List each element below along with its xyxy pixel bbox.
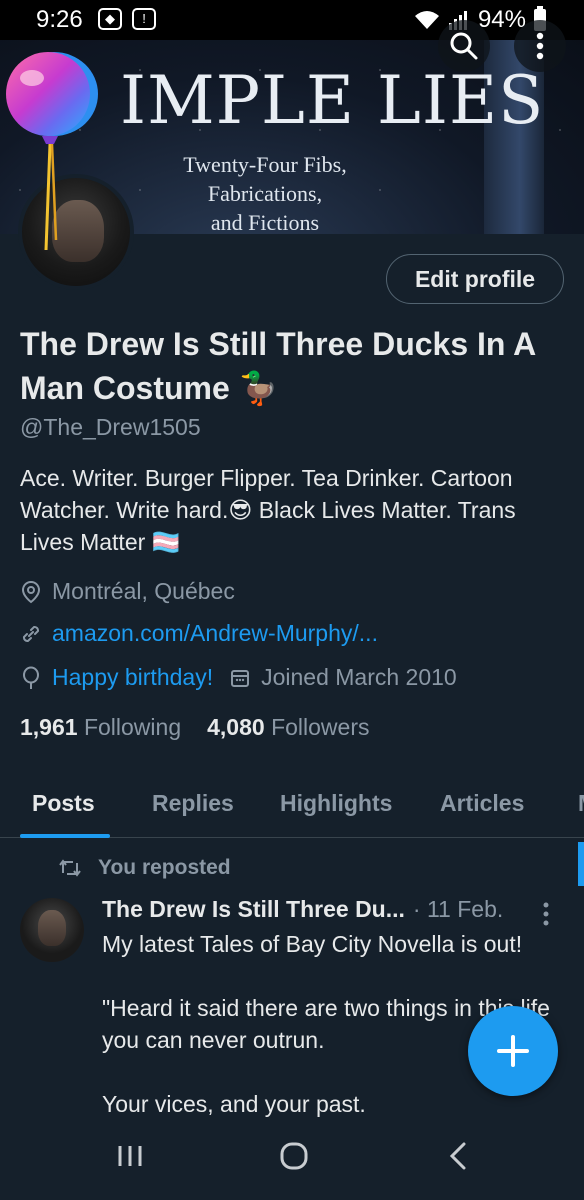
profile-tabs: Posts Replies Highlights Articles M: [0, 772, 584, 838]
location-text: Montréal, Québec: [52, 578, 235, 604]
birthday-joined-row: Happy birthday! Joined March 2010: [20, 664, 457, 691]
system-navigation-bar: [0, 1124, 584, 1200]
compose-post-button[interactable]: [468, 1006, 558, 1096]
follow-stats: 1,961 Following 4,080 Followers: [20, 714, 369, 741]
post-date[interactable]: · 11 Feb.: [413, 896, 503, 923]
banner-subtitle-line: and Fictions: [210, 210, 320, 234]
tab-articles[interactable]: Articles: [440, 790, 524, 817]
profile-bio: Ace. Writer. Burger Flipper. Tea Drinker…: [20, 465, 516, 555]
joined-date: Joined March 2010: [261, 664, 457, 690]
following-link[interactable]: 1,961 Following: [20, 714, 181, 741]
tab-overflow[interactable]: M: [578, 790, 584, 817]
banner-subtitle-line: Fabrications,: [207, 181, 323, 206]
tab-posts[interactable]: Posts: [32, 790, 95, 817]
recent-apps-icon: [118, 1146, 142, 1166]
website-link[interactable]: amazon.com/Andrew-Murphy/...: [52, 620, 378, 647]
profile-handle: @The_Drew1505: [20, 414, 201, 440]
banner-subtitle: Twenty-Four Fibs, Fabrications, and Fict…: [150, 150, 380, 234]
status-time: 9:26: [36, 6, 83, 33]
balloon-icon: [23, 666, 39, 689]
post-more-button[interactable]: [542, 902, 550, 931]
back-icon: [449, 1142, 466, 1170]
following-label: Following: [83, 714, 182, 740]
birthday-link[interactable]: Happy birthday!: [52, 664, 213, 691]
location-pin-icon: [21, 580, 41, 603]
repost-label: You reposted: [98, 856, 231, 879]
plus-icon: [497, 1035, 529, 1067]
repost-indicator: You reposted: [58, 856, 231, 880]
home-button[interactable]: [278, 1140, 310, 1177]
followers-count: 4,080: [207, 714, 265, 740]
banner-title: IMPLE LIES: [120, 62, 545, 139]
search-icon: [450, 32, 478, 60]
followers-link[interactable]: 4,080 Followers: [207, 714, 369, 741]
tab-highlights[interactable]: Highlights: [280, 790, 392, 817]
followers-label: Followers: [271, 714, 370, 740]
vertical-dots-icon: [543, 902, 549, 926]
status-bar: 9:26 ◆ ! 94%: [0, 0, 584, 40]
website-row: amazon.com/Andrew-Murphy/...: [20, 620, 378, 647]
post-author-name[interactable]: The Drew Is Still Three Du...: [102, 896, 405, 923]
back-button[interactable]: [446, 1140, 470, 1177]
repost-icon: [59, 859, 81, 877]
post-author-avatar[interactable]: [20, 898, 84, 962]
recent-apps-button[interactable]: [116, 1140, 144, 1175]
vertical-dots-icon: [536, 32, 544, 60]
status-notification-icons: ◆ !: [98, 8, 156, 30]
post-header: The Drew Is Still Three Du... · 11 Feb.: [102, 896, 503, 923]
calendar-icon: [231, 669, 250, 687]
tab-replies[interactable]: Replies: [152, 790, 234, 817]
birthday-balloon-icon: [6, 52, 98, 250]
edit-profile-button[interactable]: Edit profile: [386, 254, 564, 304]
app-notification-icon: !: [132, 8, 156, 30]
link-icon: [22, 625, 40, 642]
home-icon: [280, 1142, 308, 1170]
avatar-face: [38, 910, 66, 946]
wifi-icon: [414, 11, 439, 29]
search-button[interactable]: [438, 20, 490, 72]
banner-subtitle-line: Twenty-Four Fibs,: [183, 152, 347, 177]
profile-display-name: The Drew Is Still Three Ducks In A Man C…: [20, 326, 536, 406]
more-options-button[interactable]: [514, 20, 566, 72]
scrollbar-thumb[interactable]: [578, 842, 584, 886]
active-tab-indicator: [20, 834, 110, 838]
location-row: Montréal, Québec: [20, 578, 235, 605]
discord-icon: ◆: [98, 8, 122, 30]
following-count: 1,961: [20, 714, 78, 740]
